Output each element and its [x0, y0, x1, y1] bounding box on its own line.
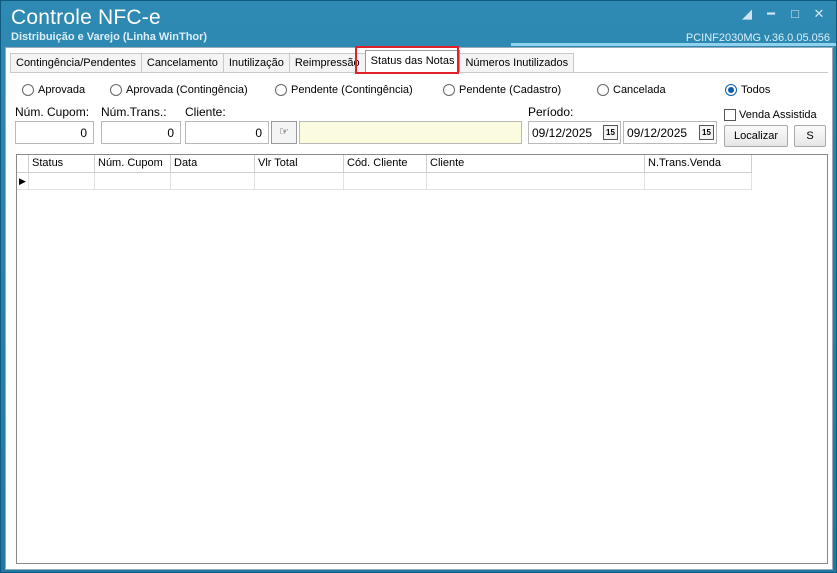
- tab-cancelamento[interactable]: Cancelamento: [140, 53, 224, 72]
- venda-assistida-checkbox[interactable]: Venda Assistida: [724, 109, 817, 121]
- radio-label: Cancelada: [613, 84, 666, 96]
- radio-label: Todos: [741, 84, 771, 96]
- radio-circle-icon: [110, 84, 122, 96]
- table-cell[interactable]: [427, 173, 645, 190]
- localizar-button[interactable]: Localizar: [724, 125, 788, 147]
- num-trans-label: Núm.Trans.:: [101, 105, 167, 119]
- col-status[interactable]: Status: [29, 155, 95, 173]
- col-data[interactable]: Data: [171, 155, 255, 173]
- radio-circle-icon: [443, 84, 455, 96]
- table-cell[interactable]: [645, 173, 752, 190]
- tab-contingencia-pendentes[interactable]: Contingência/Pendentes: [10, 53, 142, 72]
- search-hand-icon: ☞: [279, 126, 289, 138]
- checkbox-box-icon: [724, 109, 736, 121]
- indicator-column-header: [17, 155, 29, 173]
- tab-reimpressao[interactable]: Reimpressão: [288, 53, 366, 72]
- window-controls: ◢ ━ □ ✕: [738, 6, 828, 22]
- num-cupom-input[interactable]: 0: [15, 121, 94, 144]
- minimize-icon[interactable]: ━: [762, 6, 780, 22]
- radio-label: Aprovada: [38, 84, 86, 96]
- radio-circle-icon: [597, 84, 609, 96]
- radio-cancelada[interactable]: Cancelada: [597, 84, 666, 96]
- num-trans-input[interactable]: 0: [101, 121, 181, 144]
- app-subtitle: Distribuição e Varejo (Linha WinThor): [11, 31, 208, 43]
- radio-aprovada-contingencia[interactable]: Aprovada (Contingência): [110, 84, 248, 96]
- col-n-trans-venda[interactable]: N.Trans.Venda: [645, 155, 752, 173]
- radio-circle-icon: [275, 84, 287, 96]
- s-button[interactable]: S: [794, 125, 826, 147]
- date-to-input[interactable]: 09/12/2025 15: [623, 121, 717, 144]
- col-cod-cliente[interactable]: Cód. Cliente: [344, 155, 427, 173]
- tab-numeros-inutilizados[interactable]: Números Inutilizados: [459, 53, 575, 72]
- radio-label: Aprovada (Contingência): [126, 84, 248, 96]
- table-cell[interactable]: [171, 173, 255, 190]
- date-from-input[interactable]: 09/12/2025 15: [528, 121, 621, 144]
- radio-aprovada[interactable]: Aprovada: [22, 84, 85, 96]
- table-cell[interactable]: [255, 173, 344, 190]
- num-cupom-label: Núm. Cupom:: [15, 105, 90, 119]
- periodo-label: Período:: [528, 105, 574, 119]
- close-icon[interactable]: ✕: [810, 6, 828, 22]
- grid-header: Status Núm. Cupom Data Vlr Total Cód. Cl…: [17, 155, 752, 173]
- col-num-cupom[interactable]: Núm. Cupom: [95, 155, 171, 173]
- tab-divider: [10, 72, 828, 73]
- date-to-value: 09/12/2025: [627, 126, 688, 140]
- radio-circle-icon: [22, 84, 34, 96]
- radio-pendente-contingencia[interactable]: Pendente (Contingência): [275, 84, 413, 96]
- table-row[interactable]: ▶: [17, 173, 752, 190]
- date-from-value: 09/12/2025: [532, 126, 593, 140]
- table-cell[interactable]: [344, 173, 427, 190]
- client-area: Contingência/Pendentes Cancelamento Inut…: [5, 46, 834, 570]
- venda-assistida-label: Venda Assistida: [739, 109, 817, 121]
- col-vlr-total[interactable]: Vlr Total: [255, 155, 344, 173]
- cliente-lookup-button[interactable]: ☞: [271, 121, 297, 144]
- app-title: Controle NFC-e: [11, 6, 161, 29]
- radio-circle-icon: [725, 84, 737, 96]
- status-grid[interactable]: Status Núm. Cupom Data Vlr Total Cód. Cl…: [16, 154, 828, 564]
- cliente-label: Cliente:: [185, 105, 226, 119]
- table-cell[interactable]: [95, 173, 171, 190]
- radio-pendente-cadastro[interactable]: Pendente (Cadastro): [443, 84, 561, 96]
- calendar-icon[interactable]: 15: [603, 125, 618, 140]
- radio-todos[interactable]: Todos: [725, 84, 770, 96]
- radio-label: Pendente (Contingência): [291, 84, 413, 96]
- cliente-name-field: [299, 121, 522, 144]
- row-pointer-icon: ▶: [17, 173, 29, 190]
- tab-strip: Contingência/Pendentes Cancelamento Inut…: [10, 50, 575, 72]
- restore-icon[interactable]: ◢: [738, 6, 756, 22]
- tab-status-das-notas[interactable]: Status das Notas: [364, 50, 461, 72]
- status-radio-group: Aprovada Aprovada (Contingência) Pendent…: [6, 84, 834, 100]
- calendar-icon[interactable]: 15: [699, 125, 714, 140]
- app-window: Controle NFC-e Distribuição e Varejo (Li…: [0, 0, 837, 573]
- cliente-code-input[interactable]: 0: [185, 121, 269, 144]
- maximize-icon[interactable]: □: [786, 6, 804, 22]
- title-bar[interactable]: Controle NFC-e Distribuição e Varejo (Li…: [1, 1, 836, 46]
- radio-label: Pendente (Cadastro): [459, 84, 562, 96]
- table-cell[interactable]: [29, 173, 95, 190]
- tab-inutilizacao[interactable]: Inutilização: [222, 53, 290, 72]
- col-cliente[interactable]: Cliente: [427, 155, 645, 173]
- title-accent-line: [511, 43, 836, 46]
